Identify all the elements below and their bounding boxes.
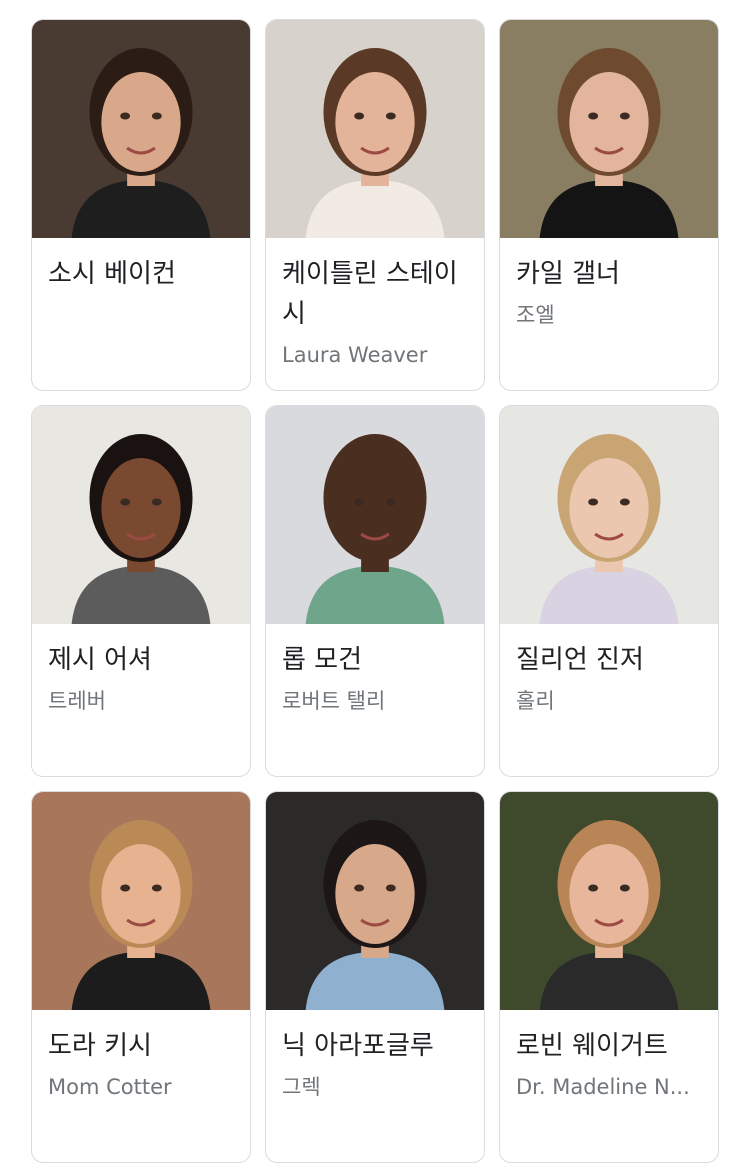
character-name: Laura Weaver (282, 343, 428, 367)
cast-card[interactable]: 롭 모건로버트 탤리 (265, 405, 485, 777)
portrait-image (500, 20, 718, 238)
cast-info: 제시 어셔트레버 (32, 624, 250, 716)
cast-info: 닉 아라포글루그렉 (266, 1010, 484, 1102)
cast-info: 질리언 진저홀리 (500, 624, 718, 716)
actor-name: 도라 키시 (48, 1031, 152, 1061)
cast-photo (500, 406, 718, 624)
cast-card[interactable]: 케이틀린 스테이시 Laura Weaver (265, 19, 485, 391)
cast-card[interactable]: 질리언 진저홀리 (499, 405, 719, 777)
cast-card[interactable]: 로빈 웨이거트 Dr. Madeline N... (499, 791, 719, 1163)
cast-photo (266, 792, 484, 1010)
character-name: 홀리 (516, 689, 555, 713)
actor-name: 닉 아라포글루 (282, 1031, 434, 1061)
character-name: 로버트 탤리 (282, 689, 386, 713)
cast-grid: 소시 베이컨 케이틀린 스테이시 Laura Weaver 카일 갤너조엘제시 어셔트… (31, 19, 720, 1163)
cast-info: 롭 모건로버트 탤리 (266, 624, 484, 716)
character-name: Dr. Madeline N... (516, 1075, 690, 1099)
cast-card[interactable]: 소시 베이컨 (31, 19, 251, 391)
actor-name: 질리언 진저 (516, 645, 644, 675)
cast-card[interactable]: 카일 갤너조엘 (499, 19, 719, 391)
portrait-image (32, 406, 250, 624)
cast-info: 케이틀린 스테이시 Laura Weaver (266, 238, 484, 370)
portrait-image (500, 406, 718, 624)
cast-photo (266, 406, 484, 624)
actor-name: 로빈 웨이거트 (516, 1031, 668, 1061)
actor-name: 케이틀린 스테이시 (282, 259, 458, 329)
portrait-image (500, 792, 718, 1010)
actor-name: 제시 어셔 (48, 645, 152, 675)
portrait-image (32, 792, 250, 1010)
cast-photo (32, 792, 250, 1010)
cast-card[interactable]: 닉 아라포글루그렉 (265, 791, 485, 1163)
character-name: Mom Cotter (48, 1075, 172, 1099)
cast-card[interactable]: 도라 키시 Mom Cotter (31, 791, 251, 1163)
cast-photo (32, 406, 250, 624)
actor-name: 카일 갤너 (516, 259, 620, 289)
cast-photo (32, 20, 250, 238)
cast-info: 도라 키시 Mom Cotter (32, 1010, 250, 1102)
actor-name: 소시 베이컨 (48, 259, 176, 289)
cast-info: 카일 갤너조엘 (500, 238, 718, 330)
portrait-image (266, 406, 484, 624)
cast-photo (500, 20, 718, 238)
actor-name: 롭 모건 (282, 645, 363, 675)
cast-photo (266, 20, 484, 238)
character-name: 조엘 (516, 303, 555, 327)
cast-card[interactable]: 제시 어셔트레버 (31, 405, 251, 777)
portrait-image (266, 20, 484, 238)
character-name: 그렉 (282, 1075, 321, 1099)
portrait-image (266, 792, 484, 1010)
portrait-image (32, 20, 250, 238)
cast-info: 소시 베이컨 (32, 238, 250, 294)
cast-info: 로빈 웨이거트 Dr. Madeline N... (500, 1010, 718, 1102)
character-name: 트레버 (48, 689, 106, 713)
cast-photo (500, 792, 718, 1010)
